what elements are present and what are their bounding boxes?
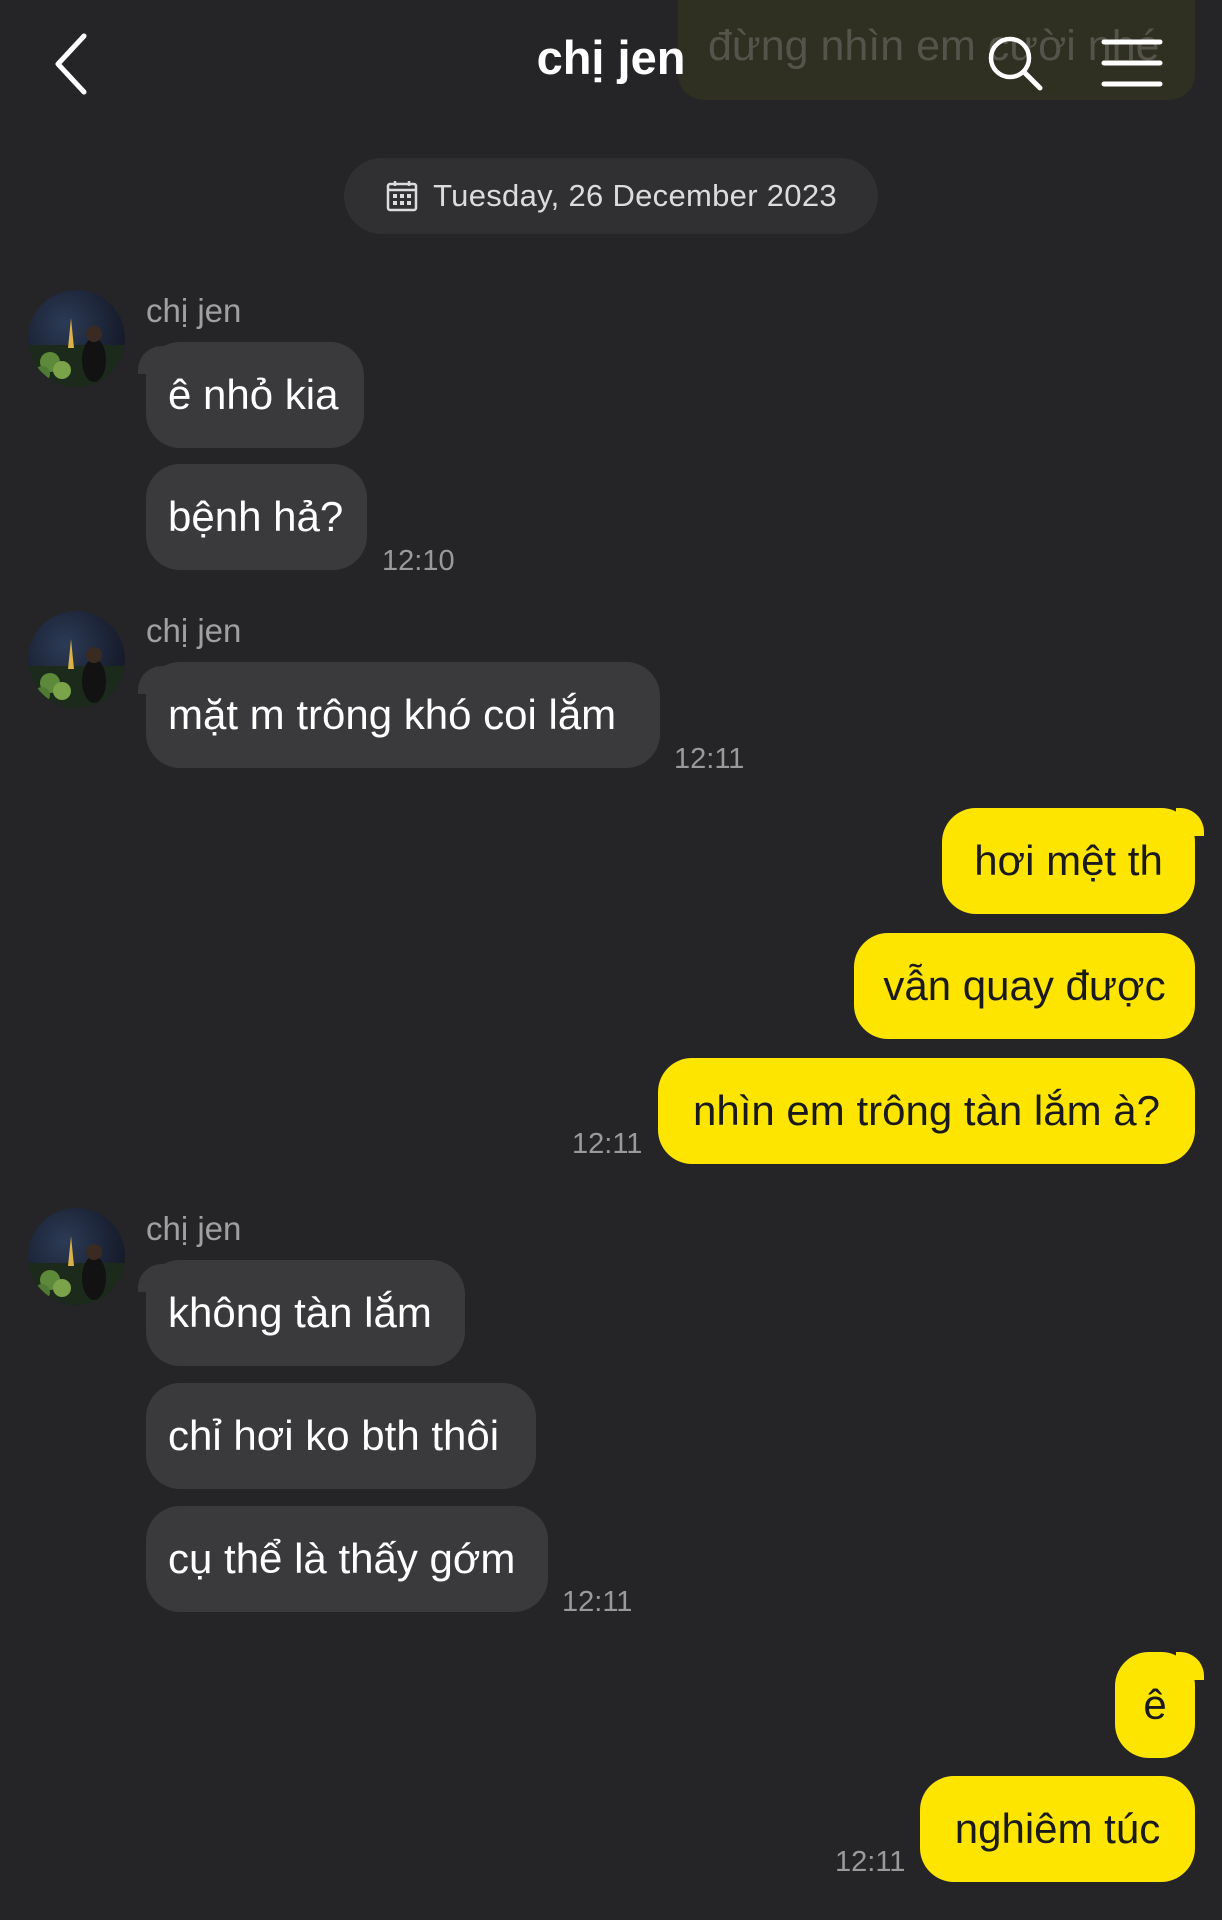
- sender-name: chị jen: [146, 612, 242, 649]
- message-bubble[interactable]: bệnh hả?: [146, 464, 367, 570]
- calendar-icon: [386, 181, 418, 212]
- message-bubble[interactable]: ê nhỏ kia: [146, 342, 364, 448]
- date-divider: Tuesday, 26 December 2023: [344, 158, 878, 234]
- avatar-photo: [28, 318, 125, 387]
- date-label: Tuesday, 26 December 2023: [433, 178, 837, 213]
- message-bubble[interactable]: hơi mệt th: [942, 808, 1195, 914]
- message-bubble[interactable]: không tàn lắm: [146, 1260, 465, 1366]
- message-bubble[interactable]: vẫn quay được: [854, 933, 1195, 1039]
- message-time: 12:11: [572, 1128, 643, 1160]
- message-bubble[interactable]: nghiêm túc: [920, 1776, 1195, 1882]
- avatar[interactable]: [28, 290, 125, 387]
- hamburger-menu-icon: [1101, 39, 1163, 87]
- avatar[interactable]: [28, 1208, 125, 1305]
- search-icon: [988, 36, 1043, 91]
- sender-name: chị jen: [146, 1210, 242, 1247]
- message-bubble[interactable]: cụ thể là thấy gớm: [146, 1506, 548, 1612]
- message-bubble[interactable]: mặt m trông khó coi lắm: [146, 662, 660, 768]
- message-time: 12:11: [835, 1846, 906, 1878]
- avatar-photo: [28, 1236, 125, 1305]
- message-time: 12:11: [562, 1586, 633, 1618]
- message-bubble[interactable]: nhìn em trông tàn lắm à?: [658, 1058, 1195, 1164]
- avatar[interactable]: [28, 611, 125, 708]
- message-bubble[interactable]: ê: [1115, 1652, 1195, 1758]
- message-bubble[interactable]: chỉ hơi ko bth thôi: [146, 1383, 536, 1489]
- search-button[interactable]: [980, 28, 1050, 98]
- avatar-photo: [28, 639, 125, 708]
- menu-button[interactable]: [1090, 28, 1170, 98]
- message-time: 12:11: [674, 743, 745, 775]
- message-time: 12:10: [382, 545, 455, 577]
- sender-name: chị jen: [146, 292, 242, 329]
